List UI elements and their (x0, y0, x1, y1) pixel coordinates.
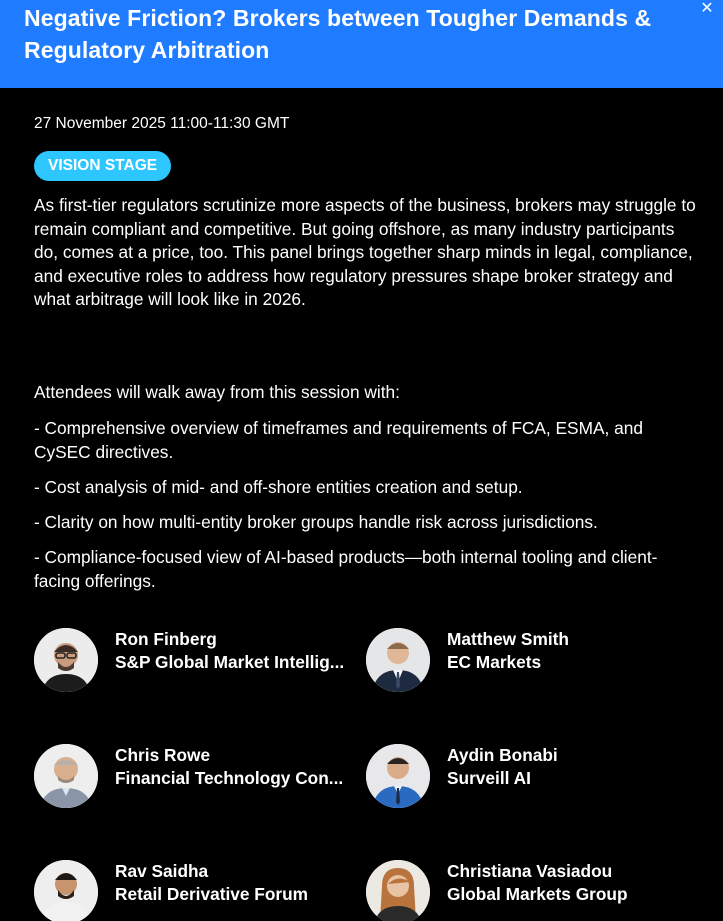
close-icon[interactable]: ✕ (697, 0, 717, 20)
speaker-org: Retail Derivative Forum (115, 884, 309, 904)
speaker-org: S&P Global Market Intellig... (115, 652, 345, 672)
avatar (34, 860, 98, 921)
takeaway-item: - Cost analysis of mid- and off-shore en… (34, 477, 523, 497)
session-modal: Negative Friction? Brokers between Tough… (0, 0, 723, 921)
speaker-name: Chris Rowe (115, 745, 211, 765)
speaker-org: Surveill AI (447, 768, 531, 788)
session-title: Negative Friction? Brokers between Tough… (24, 5, 652, 63)
speaker-card[interactable]: Matthew Smith EC Markets (366, 628, 686, 696)
avatar (34, 744, 98, 808)
takeaway-item: - Clarity on how multi-entity broker gro… (34, 512, 598, 532)
speaker-card[interactable]: Rav Saidha Retail Derivative Forum (34, 860, 354, 921)
session-datetime: 27 November 2025 11:00-11:30 GMT (34, 115, 290, 132)
speaker-name: Matthew Smith (447, 629, 569, 649)
avatar (366, 744, 430, 808)
speaker-card[interactable]: Chris Rowe Financial Technology Con... (34, 744, 354, 812)
takeaway-item: - Comprehensive overview of timeframes a… (34, 418, 643, 462)
speaker-name: Ron Finberg (115, 629, 217, 649)
takeaways-intro: Attendees will walk away from this sessi… (34, 382, 400, 402)
speaker-name: Aydin Bonabi (447, 745, 558, 765)
speaker-org: EC Markets (447, 652, 542, 672)
speaker-card[interactable]: Christiana Vasiadou Global Markets Group (366, 860, 686, 921)
speaker-org: Financial Technology Con... (115, 768, 344, 788)
takeaway-item: - Compliance-focused view of AI-based pr… (34, 547, 658, 591)
avatar (34, 628, 98, 692)
speaker-card[interactable]: Aydin Bonabi Surveill AI (366, 744, 686, 812)
speaker-card[interactable]: Ron Finberg S&P Global Market Intellig..… (34, 628, 354, 696)
avatar (366, 860, 430, 921)
speaker-org: Global Markets Group (447, 884, 628, 904)
modal-header: Negative Friction? Brokers between Tough… (0, 0, 723, 88)
session-description: As first-tier regulators scrutinize more… (34, 195, 696, 309)
speaker-name: Rav Saidha (115, 861, 209, 881)
speaker-name: Christiana Vasiadou (447, 861, 613, 881)
avatar (366, 628, 430, 692)
stage-badge[interactable]: VISION STAGE (34, 151, 172, 181)
